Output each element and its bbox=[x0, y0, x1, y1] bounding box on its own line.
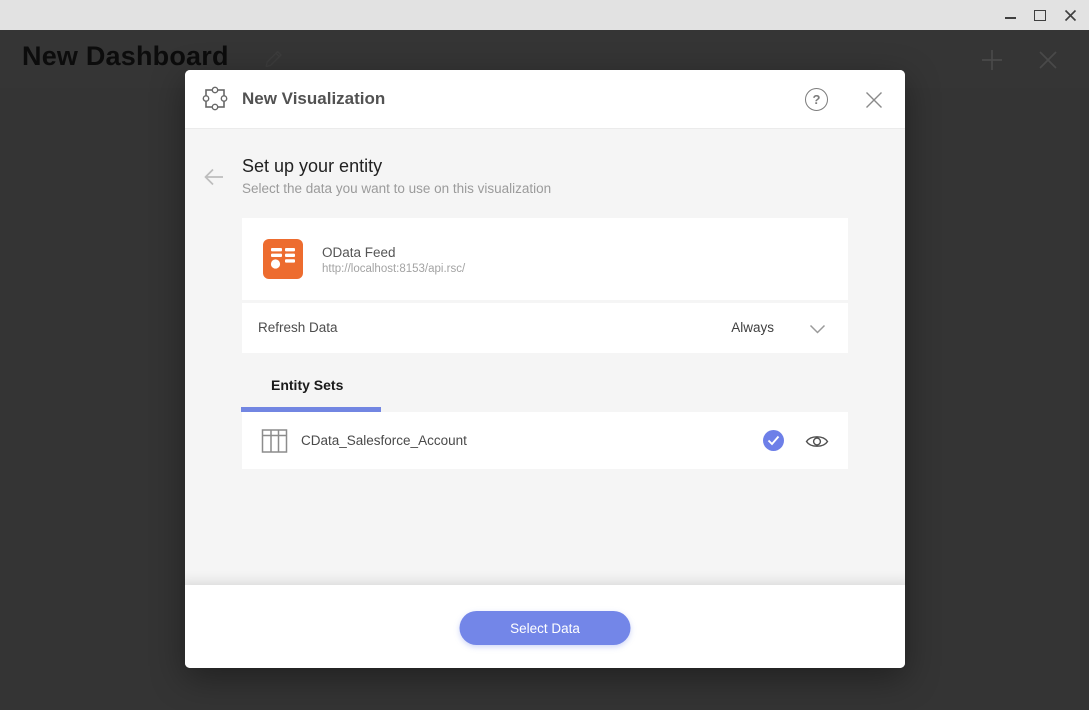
select-data-button[interactable]: Select Data bbox=[460, 611, 631, 645]
os-titlebar bbox=[0, 0, 1089, 30]
section-heading: Set up your entity bbox=[242, 156, 382, 177]
maximize-icon bbox=[1034, 10, 1046, 21]
selected-check-icon[interactable] bbox=[763, 430, 784, 451]
chevron-down-icon bbox=[809, 324, 826, 334]
window-minimize-button[interactable] bbox=[995, 0, 1025, 30]
refresh-data-dropdown[interactable]: Refresh Data Always bbox=[242, 303, 848, 353]
entity-name: CData_Salesforce_Account bbox=[301, 412, 467, 469]
plus-icon bbox=[979, 47, 1009, 73]
close-icon bbox=[865, 91, 885, 109]
close-icon bbox=[1064, 9, 1077, 22]
dialog-close-button[interactable] bbox=[865, 90, 885, 110]
minimize-icon bbox=[1005, 17, 1016, 19]
dialog-title: New Visualization bbox=[242, 70, 385, 128]
dialog-header: New Visualization ? bbox=[185, 70, 905, 129]
help-button[interactable]: ? bbox=[805, 87, 829, 111]
dashboard-title: New Dashboard bbox=[22, 41, 229, 72]
window-maximize-button[interactable] bbox=[1025, 0, 1055, 30]
close-icon bbox=[1037, 49, 1067, 71]
visualization-widget-icon bbox=[201, 86, 229, 112]
arrow-left-icon bbox=[201, 164, 229, 190]
new-visualization-dialog: New Visualization ? Set up your entity S… bbox=[185, 70, 905, 668]
section-subheading: Select the data you want to use on this … bbox=[242, 181, 551, 196]
window-controls bbox=[995, 0, 1085, 30]
edit-title-button[interactable] bbox=[263, 47, 287, 71]
eye-icon bbox=[805, 433, 831, 450]
dialog-body: Set up your entity Select the data you w… bbox=[185, 129, 905, 585]
dashboard-close-button[interactable] bbox=[1037, 45, 1067, 75]
odata-feed-icon bbox=[263, 239, 303, 279]
help-icon: ? bbox=[805, 88, 828, 111]
back-button[interactable] bbox=[201, 163, 229, 191]
entity-row[interactable]: CData_Salesforce_Account bbox=[242, 412, 848, 469]
add-visualization-button[interactable] bbox=[979, 45, 1009, 75]
window-close-button[interactable] bbox=[1055, 0, 1085, 30]
preview-entity-button[interactable] bbox=[805, 432, 831, 450]
data-source-url: http://localhost:8153/api.rsc/ bbox=[322, 263, 465, 275]
screen: { "app": { "header": { "title": "New Das… bbox=[0, 0, 1089, 710]
table-icon bbox=[261, 428, 288, 454]
data-source-card[interactable]: OData Feed http://localhost:8153/api.rsc… bbox=[242, 218, 848, 300]
pencil-icon bbox=[263, 48, 287, 70]
refresh-data-label: Refresh Data bbox=[258, 303, 338, 353]
data-source-name: OData Feed bbox=[322, 245, 396, 260]
dialog-footer: Select Data bbox=[185, 585, 905, 668]
refresh-data-value: Always bbox=[731, 303, 774, 353]
tab-entity-sets[interactable]: Entity Sets bbox=[271, 377, 343, 393]
